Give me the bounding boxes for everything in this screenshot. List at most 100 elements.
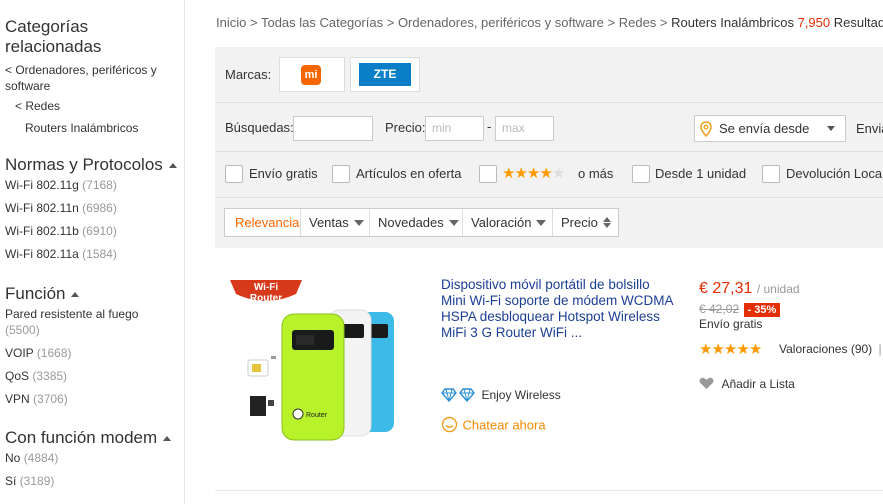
heart-icon xyxy=(699,378,714,390)
sidebar-link-computers[interactable]: < Ordenadores, periféricos y software xyxy=(5,62,177,94)
zte-logo: ZTE xyxy=(359,63,411,86)
filter-item[interactable]: VPN (3706) xyxy=(5,392,68,406)
sidebar-link-networks[interactable]: < Redes xyxy=(15,98,60,114)
filter-item[interactable]: QoS (3385) xyxy=(5,369,67,383)
one-unit-label: Desde 1 unidad xyxy=(655,166,747,181)
star-icon: ★ xyxy=(748,341,762,358)
brand-xiaomi-button[interactable]: mi xyxy=(279,57,345,92)
badge-line2: Router xyxy=(250,293,282,304)
add-to-wishlist-button[interactable]: Añadir a Lista xyxy=(699,375,795,393)
reviews-separator: | xyxy=(878,342,882,356)
price-block: € 27,31 / unidad xyxy=(699,280,800,298)
product-rating: ★★★★★ xyxy=(699,340,762,359)
star-icon: ★ xyxy=(711,341,724,358)
local-return-label: Devolución Local xyxy=(786,166,883,181)
filter-item[interactable]: Wi-Fi 802.11a (1584) xyxy=(5,247,117,261)
on-sale-label: Artículos en oferta xyxy=(356,166,462,181)
chevron-down-icon xyxy=(353,219,364,226)
ships-from-value: Se envía desde xyxy=(719,121,810,136)
diamond-icon xyxy=(441,388,475,402)
divider xyxy=(215,151,883,152)
on-sale-checkbox[interactable] xyxy=(332,165,350,183)
reviews-link[interactable]: Valoraciones (90) xyxy=(779,342,872,356)
sort-new[interactable]: Novedades xyxy=(370,209,463,236)
sort-arrows-icon xyxy=(602,217,611,228)
store-link[interactable]: Enjoy Wireless xyxy=(441,386,561,404)
breadcrumb-home[interactable]: Inicio xyxy=(216,15,246,30)
filter-item[interactable]: Sí (3189) xyxy=(5,474,54,488)
breadcrumb: Inicio > Todas las Categorías > Ordenado… xyxy=(216,15,883,30)
divider xyxy=(215,197,883,198)
price-max-input[interactable]: max xyxy=(495,116,554,141)
sort-bar: Relevancia Ventas Novedades Valoración P… xyxy=(224,208,619,237)
group-title-standards[interactable]: Normas y Protocolos xyxy=(5,155,177,175)
breadcrumb-networks[interactable]: Redes xyxy=(619,15,657,30)
brand-zte-button[interactable]: ZTE xyxy=(350,57,420,92)
sidebar-link-wireless-routers[interactable]: Routers Inalámbricos xyxy=(25,120,138,136)
chat-now-label: Chatear ahora xyxy=(462,417,546,433)
search-label: Búsquedas: xyxy=(225,120,294,135)
filter-item[interactable]: VOIP (1668) xyxy=(5,346,72,360)
rating-label: o más xyxy=(578,166,614,181)
local-return-checkbox[interactable] xyxy=(762,165,780,183)
price-unit: / unidad xyxy=(756,282,800,296)
rating-filter-stars: ★★★★★ xyxy=(502,164,565,183)
old-price-block: € 42,02 - 35% xyxy=(699,300,781,318)
breadcrumb-all-categories[interactable]: Todas las Categorías xyxy=(261,15,383,30)
breadcrumb-current: Routers Inalámbricos xyxy=(671,15,794,30)
badge-line1: Wi-Fi xyxy=(254,282,279,293)
price-dash: - xyxy=(487,119,492,134)
device-brand-text: Router xyxy=(306,412,328,419)
store-name: Enjoy Wireless xyxy=(481,387,561,402)
location-pin-icon xyxy=(700,121,712,137)
price-min-input[interactable]: min xyxy=(425,116,484,141)
filter-item[interactable]: Wi-Fi 802.11g (7168) xyxy=(5,178,117,192)
free-shipping-checkbox[interactable] xyxy=(225,165,243,183)
star-icon: ★ xyxy=(526,165,540,182)
star-icon: ★ xyxy=(723,341,737,358)
caret-up-icon xyxy=(71,292,80,298)
chevron-down-icon xyxy=(827,126,835,131)
chevron-down-icon xyxy=(536,219,547,226)
sort-relevance[interactable]: Relevancia xyxy=(225,209,301,236)
group-title-modem[interactable]: Con función modem xyxy=(5,428,172,448)
rating-checkbox[interactable] xyxy=(479,165,497,183)
brands-label: Marcas: xyxy=(225,67,272,82)
product-title-link[interactable]: Dispositivo móvil portátil de bolsillo M… xyxy=(441,277,676,341)
breadcrumb-computers[interactable]: Ordenadores, periféricos y software xyxy=(398,15,604,30)
filter-item[interactable]: No (4884) xyxy=(5,451,58,465)
sort-price[interactable]: Precio xyxy=(553,209,618,236)
free-shipping-text: Envío gratis xyxy=(699,317,763,331)
star-icon: ★ xyxy=(539,165,552,182)
free-shipping-label: Envío gratis xyxy=(249,166,318,181)
old-price: € 42,02 xyxy=(699,302,740,316)
divider xyxy=(215,102,883,103)
sort-sales[interactable]: Ventas xyxy=(301,209,370,236)
product-price: € 27,31 xyxy=(699,280,753,297)
result-count: 7,950 xyxy=(797,15,831,30)
star-icon: ★ xyxy=(514,165,527,182)
filter-item[interactable]: Wi-Fi 802.11b (6910) xyxy=(5,224,117,238)
xiaomi-logo: mi xyxy=(301,65,321,85)
group-title-function[interactable]: Función xyxy=(5,284,80,304)
filter-item[interactable]: Pared resistente al fuego (5500) xyxy=(5,306,180,338)
star-empty-icon: ★ xyxy=(551,165,565,182)
divider xyxy=(215,490,883,491)
star-icon: ★ xyxy=(502,165,515,182)
sidebar: Categorías relacionadas < Ordenadores, p… xyxy=(0,0,185,504)
ships-from-select[interactable]: Se envía desde xyxy=(694,115,846,142)
related-categories-heading: Categorías relacionadas xyxy=(5,17,102,56)
product-image[interactable]: Wi-Fi Router Router xyxy=(226,272,411,447)
one-unit-checkbox[interactable] xyxy=(632,165,650,183)
filter-item[interactable]: Wi-Fi 802.11n (6986) xyxy=(5,201,117,215)
caret-up-icon xyxy=(163,436,172,442)
chat-now-button[interactable]: Chatear ahora xyxy=(441,416,546,434)
sort-rating[interactable]: Valoración xyxy=(463,209,553,236)
caret-up-icon xyxy=(168,163,177,169)
star-icon: ★ xyxy=(736,341,749,358)
ships-to-label: Envia xyxy=(856,121,883,136)
discount-badge: - 35% xyxy=(743,303,781,317)
price-label: Precio: xyxy=(385,120,426,135)
search-input[interactable] xyxy=(293,116,373,141)
reviews-line: Valoraciones (90) | xyxy=(779,342,882,356)
